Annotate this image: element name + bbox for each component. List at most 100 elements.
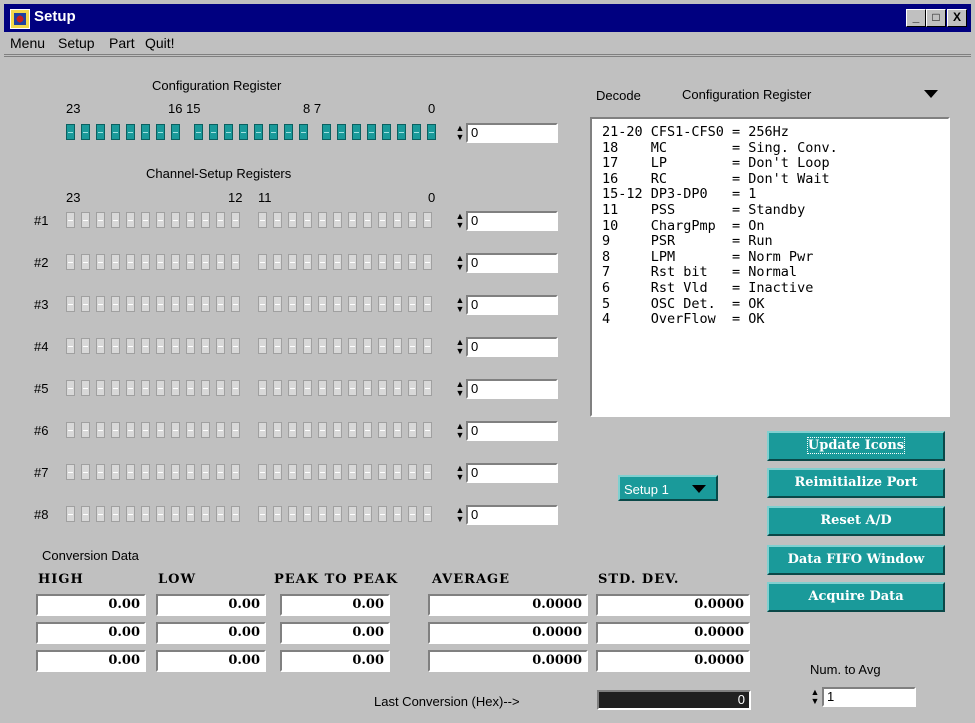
channel-bit-toggle[interactable] (363, 338, 372, 354)
channel-bit-toggle[interactable] (303, 380, 312, 396)
channel-bit-toggle[interactable] (363, 212, 372, 228)
channel-bit-toggle[interactable] (258, 212, 267, 228)
channel-bit-toggle[interactable] (186, 422, 195, 438)
channel-bit-toggle[interactable] (81, 212, 90, 228)
channel-bit-toggle[interactable] (141, 212, 150, 228)
channel-bit-toggle[interactable] (216, 380, 225, 396)
channel-bit-toggle[interactable] (186, 464, 195, 480)
channel-bit-toggle[interactable] (141, 506, 150, 522)
channel-bit-toggle[interactable] (333, 296, 342, 312)
channel-bit-toggle[interactable] (126, 506, 135, 522)
channel-bit-toggle[interactable] (258, 506, 267, 522)
channel-bit-toggle[interactable] (216, 338, 225, 354)
channel-bit-toggle[interactable] (408, 422, 417, 438)
channel-bit-toggle[interactable] (363, 254, 372, 270)
channel-bit-toggle[interactable] (156, 464, 165, 480)
acquire-data-button[interactable]: Acquire Data (767, 582, 945, 612)
channel-bit-toggle[interactable] (126, 296, 135, 312)
channel-bit-toggle[interactable] (423, 296, 432, 312)
channel-bit-toggle[interactable] (423, 212, 432, 228)
channel-bit-toggle[interactable] (378, 338, 387, 354)
channel-bit-toggle[interactable] (186, 506, 195, 522)
channel-bit-toggle[interactable] (66, 254, 75, 270)
channel-bit-toggle[interactable] (393, 506, 402, 522)
channel-bit-toggle[interactable] (303, 506, 312, 522)
channel-bit-toggle[interactable] (318, 422, 327, 438)
channel-bit-toggle[interactable] (156, 338, 165, 354)
channel-value-field[interactable]: 0 (466, 253, 558, 273)
channel-bit-toggle[interactable] (81, 422, 90, 438)
channel-bit-toggle[interactable] (378, 296, 387, 312)
config-bit-toggle[interactable] (81, 124, 90, 140)
channel-bit-toggle[interactable] (201, 464, 210, 480)
config-bit-toggle[interactable] (156, 124, 165, 140)
channel-bit-toggle[interactable] (96, 254, 105, 270)
channel-bit-toggle[interactable] (423, 254, 432, 270)
channel-bit-toggle[interactable] (201, 422, 210, 438)
config-bit-toggle[interactable] (397, 124, 406, 140)
channel-spinner-icon[interactable]: ▲ ▼ (455, 338, 465, 356)
channel-bit-toggle[interactable] (348, 338, 357, 354)
channel-bit-toggle[interactable] (258, 422, 267, 438)
channel-bit-toggle[interactable] (81, 506, 90, 522)
channel-bit-toggle[interactable] (141, 422, 150, 438)
channel-bit-toggle[interactable] (111, 380, 120, 396)
channel-bit-toggle[interactable] (393, 338, 402, 354)
channel-bit-toggle[interactable] (186, 254, 195, 270)
channel-bit-toggle[interactable] (216, 254, 225, 270)
channel-bit-toggle[interactable] (156, 422, 165, 438)
channel-bit-toggle[interactable] (186, 338, 195, 354)
channel-bit-toggle[interactable] (273, 380, 282, 396)
channel-bit-toggle[interactable] (333, 212, 342, 228)
channel-bit-toggle[interactable] (126, 422, 135, 438)
channel-bit-toggle[interactable] (66, 212, 75, 228)
channel-spinner-icon[interactable]: ▲ ▼ (455, 422, 465, 440)
channel-bit-toggle[interactable] (231, 422, 240, 438)
channel-bit-toggle[interactable] (141, 296, 150, 312)
channel-bit-toggle[interactable] (81, 296, 90, 312)
config-bit-toggle[interactable] (224, 124, 233, 140)
channel-bit-toggle[interactable] (348, 506, 357, 522)
channel-bit-toggle[interactable] (186, 380, 195, 396)
channel-bit-toggle[interactable] (273, 464, 282, 480)
channel-bit-toggle[interactable] (171, 422, 180, 438)
channel-bit-toggle[interactable] (423, 380, 432, 396)
config-bit-toggle[interactable] (412, 124, 421, 140)
channel-bit-toggle[interactable] (126, 464, 135, 480)
channel-bit-toggle[interactable] (318, 254, 327, 270)
menu-item-quit[interactable]: Quit! (145, 35, 175, 51)
channel-bit-toggle[interactable] (273, 296, 282, 312)
channel-bit-toggle[interactable] (393, 422, 402, 438)
channel-bit-toggle[interactable] (216, 464, 225, 480)
channel-bit-toggle[interactable] (333, 464, 342, 480)
channel-bit-toggle[interactable] (408, 338, 417, 354)
channel-bit-toggle[interactable] (216, 296, 225, 312)
config-bit-toggle[interactable] (171, 124, 180, 140)
channel-bit-toggle[interactable] (201, 212, 210, 228)
channel-bit-toggle[interactable] (156, 296, 165, 312)
channel-bit-toggle[interactable] (81, 338, 90, 354)
channel-bit-toggle[interactable] (348, 422, 357, 438)
channel-bit-toggle[interactable] (171, 212, 180, 228)
channel-bit-toggle[interactable] (201, 338, 210, 354)
config-bit-toggle[interactable] (322, 124, 331, 140)
channel-bit-toggle[interactable] (423, 464, 432, 480)
channel-bit-toggle[interactable] (111, 506, 120, 522)
config-bit-toggle[interactable] (269, 124, 278, 140)
config-bit-toggle[interactable] (254, 124, 263, 140)
channel-bit-toggle[interactable] (318, 380, 327, 396)
channel-bit-toggle[interactable] (318, 464, 327, 480)
channel-bit-toggle[interactable] (288, 380, 297, 396)
channel-bit-toggle[interactable] (96, 422, 105, 438)
channel-bit-toggle[interactable] (273, 338, 282, 354)
channel-bit-toggle[interactable] (348, 464, 357, 480)
channel-bit-toggle[interactable] (81, 464, 90, 480)
channel-bit-toggle[interactable] (363, 422, 372, 438)
channel-bit-toggle[interactable] (96, 296, 105, 312)
channel-bit-toggle[interactable] (231, 296, 240, 312)
channel-bit-toggle[interactable] (201, 506, 210, 522)
channel-bit-toggle[interactable] (141, 380, 150, 396)
channel-bit-toggle[interactable] (378, 254, 387, 270)
update-icons-button[interactable]: Update Icons (767, 431, 945, 461)
channel-bit-toggle[interactable] (333, 506, 342, 522)
